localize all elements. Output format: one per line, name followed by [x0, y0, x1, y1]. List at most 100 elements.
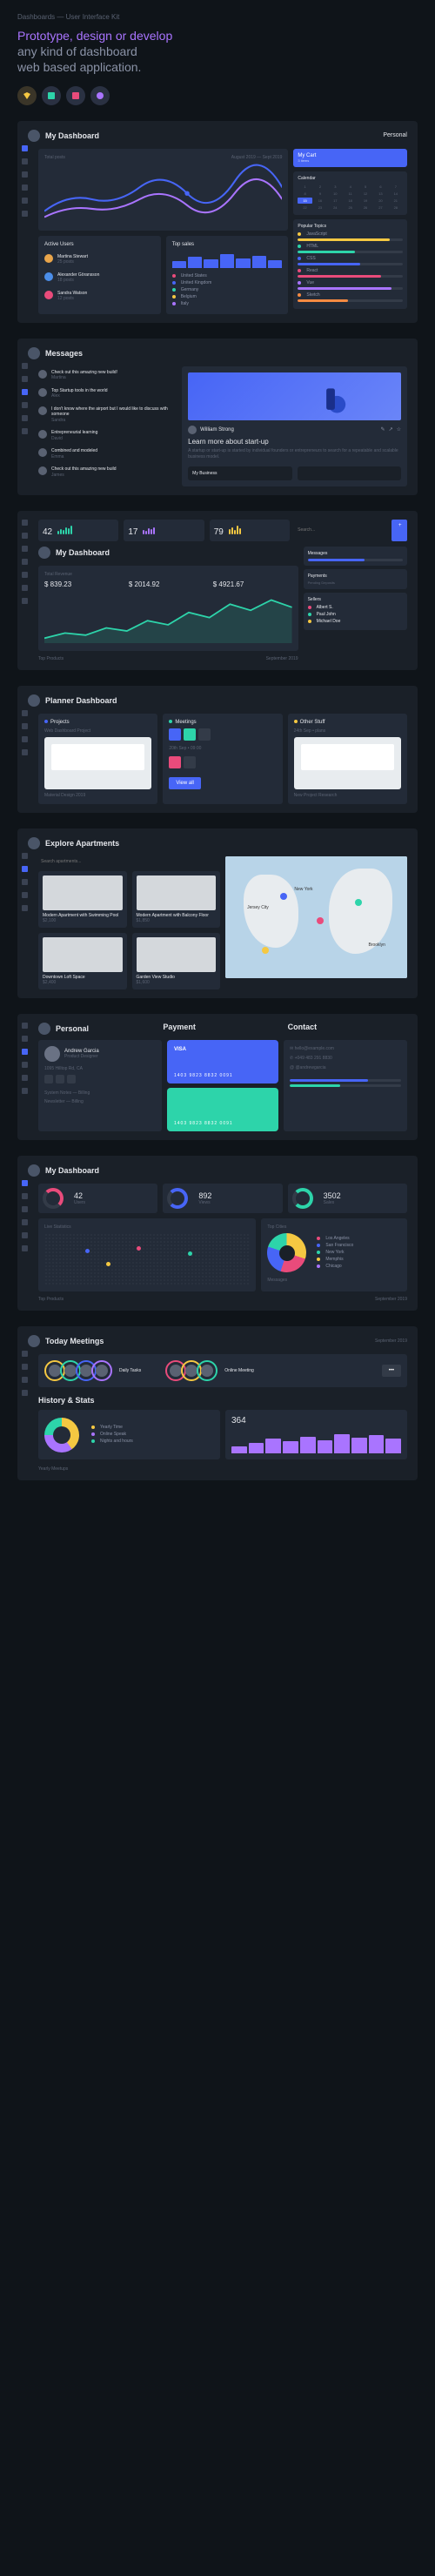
world-map[interactable]: [44, 1233, 250, 1285]
apartment-image[interactable]: [137, 937, 217, 972]
sidebar-item[interactable]: [22, 158, 28, 164]
msg-avatar[interactable]: [38, 370, 47, 379]
avatar[interactable]: [38, 547, 50, 559]
avatar[interactable]: [28, 130, 40, 142]
sidebar-item[interactable]: [22, 1390, 28, 1396]
sidebar-item[interactable]: [22, 1036, 28, 1042]
sidebar-item[interactable]: [22, 1193, 28, 1199]
map[interactable]: New York Jersey City Brooklyn: [225, 856, 407, 978]
sidebar-item[interactable]: [22, 1062, 28, 1068]
project-preview[interactable]: [294, 737, 401, 789]
sidebar-item[interactable]: [22, 533, 28, 539]
sidebar-item[interactable]: [22, 736, 28, 742]
my-cart-card[interactable]: My Cart 3 items: [293, 149, 407, 167]
sidebar-item[interactable]: [22, 1351, 28, 1357]
apartment-image[interactable]: [43, 875, 123, 910]
social-icon[interactable]: [44, 1075, 53, 1083]
view-all-button[interactable]: View all: [169, 777, 201, 789]
sidebar-item[interactable]: [22, 572, 28, 578]
sidebar-item[interactable]: [22, 559, 28, 565]
sidebar-item[interactable]: [22, 363, 28, 369]
twitter[interactable]: @andrewgarcia: [295, 1065, 325, 1070]
sketch-icon[interactable]: [17, 86, 37, 105]
sidebar-item[interactable]: [22, 376, 28, 382]
map-pin[interactable]: [355, 899, 362, 906]
meeting-avatar[interactable]: [197, 1360, 218, 1381]
msg-avatar[interactable]: [38, 388, 47, 397]
sidebar-item[interactable]: [22, 198, 28, 204]
sidebar-item[interactable]: [22, 145, 28, 151]
project-preview[interactable]: [44, 737, 151, 789]
sidebar-item[interactable]: [22, 1364, 28, 1370]
more-button[interactable]: •••: [382, 1365, 401, 1377]
sidebar-item[interactable]: [22, 171, 28, 178]
meeting-slot[interactable]: [169, 728, 181, 741]
meeting-slot[interactable]: [184, 728, 196, 741]
user-avatar[interactable]: [44, 272, 53, 281]
sidebar-item[interactable]: [22, 546, 28, 552]
user-avatar[interactable]: [44, 254, 53, 263]
calendar-grid[interactable]: 1234567891011121314151617181920212223242…: [298, 184, 403, 211]
sidebar-item[interactable]: [22, 184, 28, 191]
sidebar-item[interactable]: [22, 892, 28, 898]
sidebar-item[interactable]: [22, 1088, 28, 1094]
sidebar-item[interactable]: [22, 749, 28, 755]
search-input[interactable]: [38, 856, 220, 867]
sidebar-item[interactable]: [22, 1232, 28, 1238]
meeting-slot[interactable]: [169, 756, 181, 768]
phone[interactable]: +049 483 291 8830: [295, 1056, 332, 1061]
sidebar-item[interactable]: [22, 520, 28, 526]
meeting-avatar[interactable]: [91, 1360, 112, 1381]
avatar[interactable]: [38, 1023, 50, 1035]
date-label[interactable]: September 2019: [375, 1338, 407, 1344]
sidebar-item[interactable]: [22, 211, 28, 217]
sidebar-item[interactable]: [22, 428, 28, 434]
messages-widget[interactable]: Messages: [304, 547, 407, 566]
sidebar-item[interactable]: [22, 1075, 28, 1081]
sidebar-item[interactable]: [22, 402, 28, 408]
avatar[interactable]: [28, 1335, 40, 1347]
credit-card[interactable]: 1403 9823 8832 0091: [167, 1088, 278, 1131]
note-row[interactable]: Newsletter — Billing: [44, 1099, 156, 1104]
business-card[interactable]: My Business: [188, 466, 291, 480]
msg-avatar[interactable]: [38, 430, 47, 439]
sidebar-item[interactable]: [22, 1206, 28, 1212]
apartment-image[interactable]: [43, 937, 123, 972]
search-input[interactable]: [295, 520, 386, 541]
msg-avatar[interactable]: [38, 466, 47, 475]
sidebar-item[interactable]: [22, 585, 28, 591]
sidebar-item[interactable]: [22, 1049, 28, 1055]
avatar[interactable]: [28, 694, 40, 707]
avatar[interactable]: [28, 837, 40, 849]
meeting-slot[interactable]: [184, 756, 196, 768]
avatar[interactable]: [28, 1164, 40, 1177]
avatar[interactable]: [28, 347, 40, 359]
sidebar-item[interactable]: [22, 1245, 28, 1251]
map-pin[interactable]: [262, 947, 269, 954]
user-avatar[interactable]: [44, 291, 53, 299]
sidebar-item[interactable]: [22, 389, 28, 395]
sidebar-item[interactable]: [22, 879, 28, 885]
date-label[interactable]: September 2019: [375, 1297, 407, 1302]
map-pin[interactable]: [280, 893, 287, 900]
sidebar-item[interactable]: [22, 598, 28, 604]
sidebar-item[interactable]: [22, 1377, 28, 1383]
sidebar-item[interactable]: [22, 1219, 28, 1225]
sidebar-item[interactable]: [22, 905, 28, 911]
apartment-image[interactable]: [137, 875, 217, 910]
sidebar-item[interactable]: [22, 1023, 28, 1029]
stat-card[interactable]: [298, 466, 401, 480]
sidebar-item[interactable]: [22, 415, 28, 421]
invision-icon[interactable]: [66, 86, 85, 105]
xd-icon[interactable]: [42, 86, 61, 105]
messages-label[interactable]: Messages: [267, 1278, 401, 1283]
payments-widget[interactable]: PaymentsPending Deposits: [304, 569, 407, 589]
sidebar-item[interactable]: [22, 710, 28, 716]
email[interactable]: hello@example.com: [295, 1046, 334, 1051]
social-icon[interactable]: [67, 1075, 76, 1083]
sidebar-item[interactable]: [22, 1180, 28, 1186]
note-row[interactable]: System Notes — Billing: [44, 1090, 156, 1096]
sidebar-item[interactable]: [22, 723, 28, 729]
figma-icon[interactable]: [90, 86, 110, 105]
msg-avatar[interactable]: [38, 406, 47, 415]
